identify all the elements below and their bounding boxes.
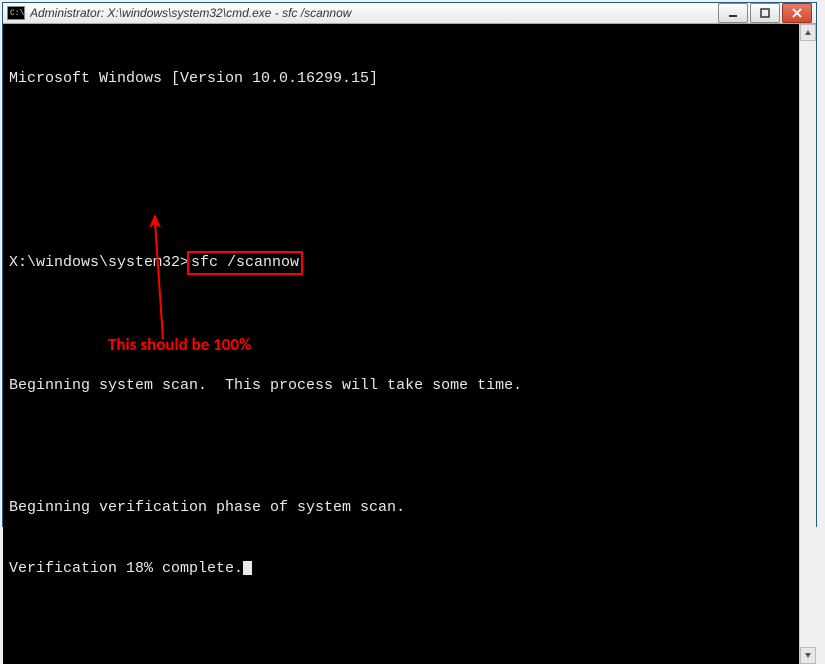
cursor-icon [243,561,252,575]
annotation-text: This should be 100% [108,334,328,357]
prompt-text: X:\windows\system32> [9,254,189,271]
command-highlight: sfc /scannow [187,251,303,275]
prompt-line: X:\windows\system32>sfc /scannow [9,251,793,275]
close-button[interactable] [782,3,812,23]
scroll-up-button[interactable] [800,24,816,41]
output-line: Microsoft Windows [Version 10.0.16299.15… [9,69,793,89]
output-blank [9,190,793,210]
output-blank [9,437,793,457]
titlebar[interactable]: C:\. Administrator: X:\windows\system32\… [3,3,816,24]
terminal-content[interactable]: Microsoft Windows [Version 10.0.16299.15… [3,24,799,664]
output-blank [9,316,793,336]
scrollbar[interactable] [799,24,816,664]
window-title: Administrator: X:\windows\system32\cmd.e… [30,6,718,20]
progress-line: Verification 18% complete. [9,559,793,579]
output-blank [9,129,793,149]
cmd-icon: C:\. [7,6,25,20]
terminal-area: Microsoft Windows [Version 10.0.16299.15… [3,24,816,664]
minimize-button[interactable] [718,3,748,23]
output-line: Beginning system scan. This process will… [9,376,793,396]
progress-suffix: complete. [153,560,243,577]
maximize-button[interactable] [750,3,780,23]
output-line: Beginning verification phase of system s… [9,498,793,518]
progress-prefix: Verification [9,560,126,577]
progress-percent: 18% [126,560,153,577]
scroll-down-button[interactable] [800,647,816,664]
cmd-window: C:\. Administrator: X:\windows\system32\… [2,2,817,527]
window-controls [718,3,812,23]
